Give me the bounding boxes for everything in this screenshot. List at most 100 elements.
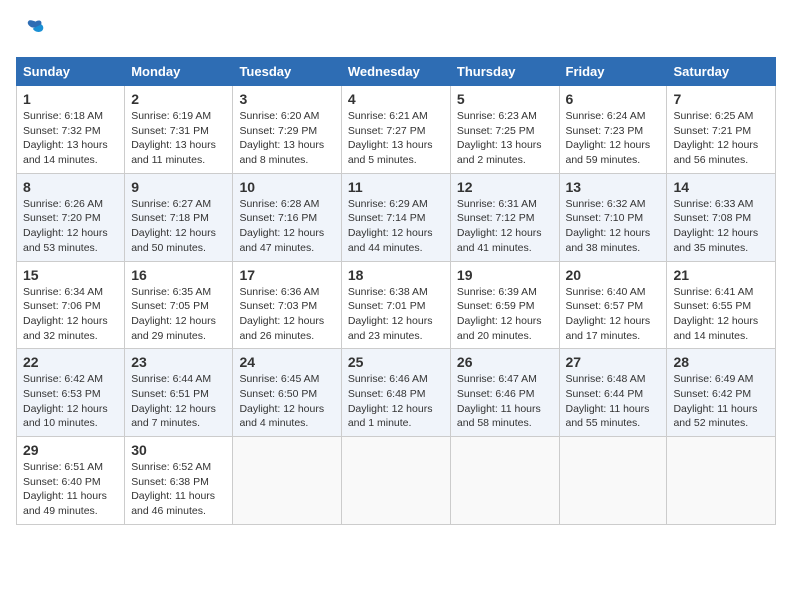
day-detail: Sunrise: 6:35 AM Sunset: 7:05 PM Dayligh… [131,285,226,344]
calendar-week-row: 1 Sunrise: 6:18 AM Sunset: 7:32 PM Dayli… [17,86,776,174]
day-detail: Sunrise: 6:44 AM Sunset: 6:51 PM Dayligh… [131,372,226,431]
weekday-header-sunday: Sunday [17,58,125,86]
day-detail: Sunrise: 6:48 AM Sunset: 6:44 PM Dayligh… [566,372,661,431]
day-number: 27 [566,354,661,370]
day-number: 9 [131,179,226,195]
day-detail: Sunrise: 6:47 AM Sunset: 6:46 PM Dayligh… [457,372,553,431]
calendar-cell [559,437,667,525]
calendar-cell: 27 Sunrise: 6:48 AM Sunset: 6:44 PM Dayl… [559,349,667,437]
logo [16,16,48,49]
day-detail: Sunrise: 6:26 AM Sunset: 7:20 PM Dayligh… [23,197,118,256]
calendar-cell: 8 Sunrise: 6:26 AM Sunset: 7:20 PM Dayli… [17,173,125,261]
weekday-header-monday: Monday [125,58,233,86]
weekday-header-saturday: Saturday [667,58,776,86]
day-detail: Sunrise: 6:27 AM Sunset: 7:18 PM Dayligh… [131,197,226,256]
calendar-cell: 14 Sunrise: 6:33 AM Sunset: 7:08 PM Dayl… [667,173,776,261]
day-detail: Sunrise: 6:23 AM Sunset: 7:25 PM Dayligh… [457,109,553,168]
day-detail: Sunrise: 6:39 AM Sunset: 6:59 PM Dayligh… [457,285,553,344]
day-detail: Sunrise: 6:36 AM Sunset: 7:03 PM Dayligh… [239,285,334,344]
day-number: 26 [457,354,553,370]
day-number: 1 [23,91,118,107]
calendar-cell: 2 Sunrise: 6:19 AM Sunset: 7:31 PM Dayli… [125,86,233,174]
day-number: 18 [348,267,444,283]
day-detail: Sunrise: 6:38 AM Sunset: 7:01 PM Dayligh… [348,285,444,344]
weekday-header-wednesday: Wednesday [341,58,450,86]
day-number: 8 [23,179,118,195]
calendar-table: SundayMondayTuesdayWednesdayThursdayFrid… [16,57,776,525]
weekday-header-friday: Friday [559,58,667,86]
day-detail: Sunrise: 6:52 AM Sunset: 6:38 PM Dayligh… [131,460,226,519]
day-number: 10 [239,179,334,195]
day-number: 19 [457,267,553,283]
day-detail: Sunrise: 6:45 AM Sunset: 6:50 PM Dayligh… [239,372,334,431]
calendar-cell: 6 Sunrise: 6:24 AM Sunset: 7:23 PM Dayli… [559,86,667,174]
day-number: 17 [239,267,334,283]
calendar-week-row: 8 Sunrise: 6:26 AM Sunset: 7:20 PM Dayli… [17,173,776,261]
day-number: 11 [348,179,444,195]
day-detail: Sunrise: 6:41 AM Sunset: 6:55 PM Dayligh… [673,285,769,344]
calendar-cell: 16 Sunrise: 6:35 AM Sunset: 7:05 PM Dayl… [125,261,233,349]
calendar-cell: 21 Sunrise: 6:41 AM Sunset: 6:55 PM Dayl… [667,261,776,349]
day-number: 5 [457,91,553,107]
day-number: 15 [23,267,118,283]
logo-bird-icon [16,16,44,44]
calendar-cell: 11 Sunrise: 6:29 AM Sunset: 7:14 PM Dayl… [341,173,450,261]
calendar-cell: 19 Sunrise: 6:39 AM Sunset: 6:59 PM Dayl… [450,261,559,349]
calendar-week-row: 15 Sunrise: 6:34 AM Sunset: 7:06 PM Dayl… [17,261,776,349]
weekday-header-row: SundayMondayTuesdayWednesdayThursdayFrid… [17,58,776,86]
day-number: 14 [673,179,769,195]
calendar-cell: 24 Sunrise: 6:45 AM Sunset: 6:50 PM Dayl… [233,349,341,437]
calendar-cell: 25 Sunrise: 6:46 AM Sunset: 6:48 PM Dayl… [341,349,450,437]
day-number: 7 [673,91,769,107]
calendar-cell: 10 Sunrise: 6:28 AM Sunset: 7:16 PM Dayl… [233,173,341,261]
day-number: 24 [239,354,334,370]
day-number: 28 [673,354,769,370]
day-detail: Sunrise: 6:49 AM Sunset: 6:42 PM Dayligh… [673,372,769,431]
day-detail: Sunrise: 6:32 AM Sunset: 7:10 PM Dayligh… [566,197,661,256]
day-number: 13 [566,179,661,195]
day-number: 4 [348,91,444,107]
calendar-cell: 4 Sunrise: 6:21 AM Sunset: 7:27 PM Dayli… [341,86,450,174]
calendar-cell: 29 Sunrise: 6:51 AM Sunset: 6:40 PM Dayl… [17,437,125,525]
calendar-cell: 17 Sunrise: 6:36 AM Sunset: 7:03 PM Dayl… [233,261,341,349]
day-detail: Sunrise: 6:28 AM Sunset: 7:16 PM Dayligh… [239,197,334,256]
day-number: 3 [239,91,334,107]
day-detail: Sunrise: 6:40 AM Sunset: 6:57 PM Dayligh… [566,285,661,344]
calendar-cell: 9 Sunrise: 6:27 AM Sunset: 7:18 PM Dayli… [125,173,233,261]
day-number: 29 [23,442,118,458]
calendar-cell: 12 Sunrise: 6:31 AM Sunset: 7:12 PM Dayl… [450,173,559,261]
day-detail: Sunrise: 6:24 AM Sunset: 7:23 PM Dayligh… [566,109,661,168]
calendar-cell [341,437,450,525]
day-detail: Sunrise: 6:46 AM Sunset: 6:48 PM Dayligh… [348,372,444,431]
day-number: 30 [131,442,226,458]
day-detail: Sunrise: 6:29 AM Sunset: 7:14 PM Dayligh… [348,197,444,256]
day-detail: Sunrise: 6:42 AM Sunset: 6:53 PM Dayligh… [23,372,118,431]
calendar-cell [450,437,559,525]
day-number: 16 [131,267,226,283]
day-detail: Sunrise: 6:31 AM Sunset: 7:12 PM Dayligh… [457,197,553,256]
calendar-cell: 26 Sunrise: 6:47 AM Sunset: 6:46 PM Dayl… [450,349,559,437]
day-number: 25 [348,354,444,370]
calendar-cell: 28 Sunrise: 6:49 AM Sunset: 6:42 PM Dayl… [667,349,776,437]
calendar-week-row: 22 Sunrise: 6:42 AM Sunset: 6:53 PM Dayl… [17,349,776,437]
day-detail: Sunrise: 6:51 AM Sunset: 6:40 PM Dayligh… [23,460,118,519]
day-number: 2 [131,91,226,107]
calendar-cell [667,437,776,525]
weekday-header-tuesday: Tuesday [233,58,341,86]
calendar-cell: 5 Sunrise: 6:23 AM Sunset: 7:25 PM Dayli… [450,86,559,174]
day-number: 21 [673,267,769,283]
calendar-cell: 18 Sunrise: 6:38 AM Sunset: 7:01 PM Dayl… [341,261,450,349]
calendar-cell: 3 Sunrise: 6:20 AM Sunset: 7:29 PM Dayli… [233,86,341,174]
day-detail: Sunrise: 6:25 AM Sunset: 7:21 PM Dayligh… [673,109,769,168]
day-detail: Sunrise: 6:34 AM Sunset: 7:06 PM Dayligh… [23,285,118,344]
calendar-cell: 15 Sunrise: 6:34 AM Sunset: 7:06 PM Dayl… [17,261,125,349]
calendar-cell: 22 Sunrise: 6:42 AM Sunset: 6:53 PM Dayl… [17,349,125,437]
calendar-week-row: 29 Sunrise: 6:51 AM Sunset: 6:40 PM Dayl… [17,437,776,525]
calendar-cell: 1 Sunrise: 6:18 AM Sunset: 7:32 PM Dayli… [17,86,125,174]
day-detail: Sunrise: 6:20 AM Sunset: 7:29 PM Dayligh… [239,109,334,168]
calendar-cell: 30 Sunrise: 6:52 AM Sunset: 6:38 PM Dayl… [125,437,233,525]
calendar-cell [233,437,341,525]
calendar-cell: 13 Sunrise: 6:32 AM Sunset: 7:10 PM Dayl… [559,173,667,261]
calendar-cell: 23 Sunrise: 6:44 AM Sunset: 6:51 PM Dayl… [125,349,233,437]
day-detail: Sunrise: 6:21 AM Sunset: 7:27 PM Dayligh… [348,109,444,168]
